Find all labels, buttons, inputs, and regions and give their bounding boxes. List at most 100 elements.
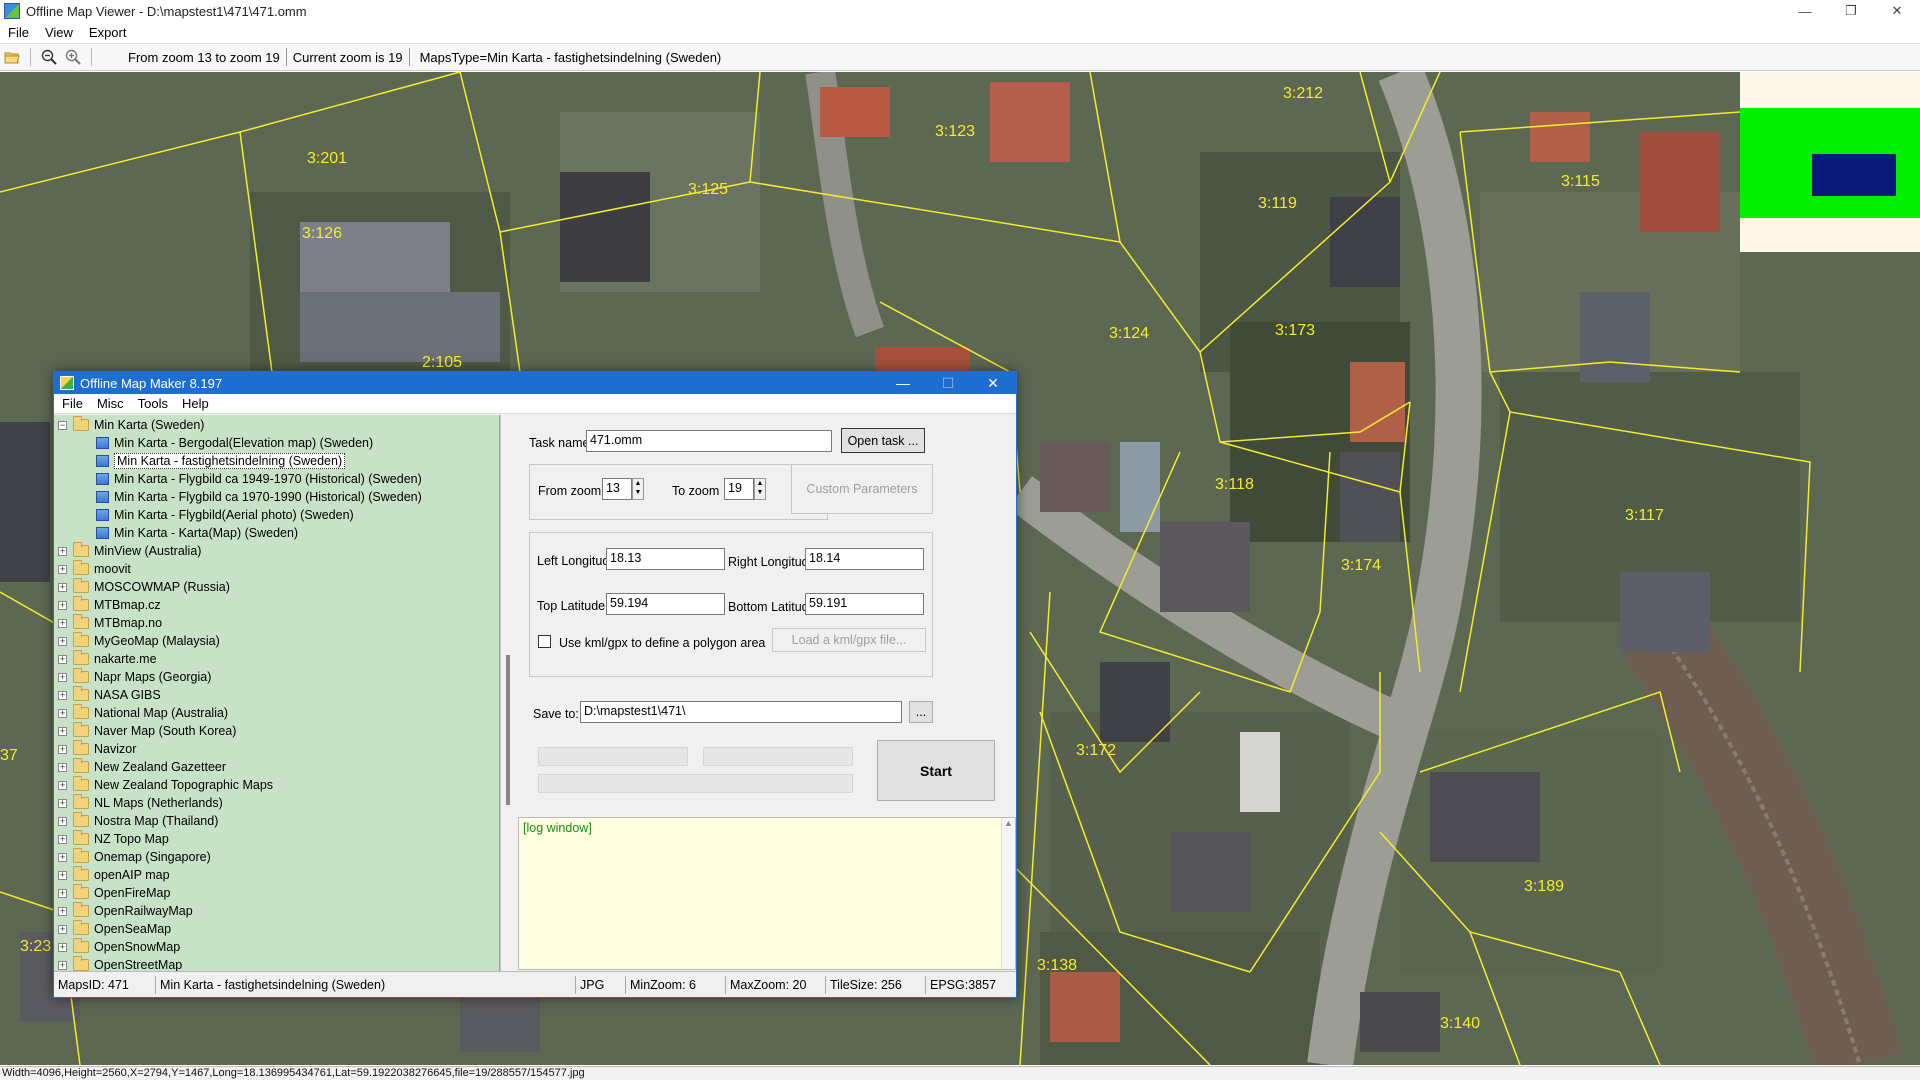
use-kml-checkbox[interactable] bbox=[538, 635, 551, 648]
menu-view[interactable]: View bbox=[45, 25, 73, 40]
expand-icon[interactable]: + bbox=[58, 672, 67, 682]
expand-icon[interactable]: + bbox=[58, 618, 67, 628]
start-button[interactable]: Start bbox=[877, 740, 995, 801]
overview-viewport-marker[interactable] bbox=[1812, 154, 1896, 196]
expand-icon[interactable]: + bbox=[58, 744, 67, 754]
dialog-minimize-button[interactable]: — bbox=[883, 372, 923, 394]
tree-folder[interactable]: + OpenSnowMap bbox=[54, 938, 499, 956]
tree-map-item[interactable]: Min Karta - Flygbild ca 1949-1970 (Histo… bbox=[54, 470, 499, 488]
tree-folder[interactable]: + nakarte.me bbox=[54, 650, 499, 668]
expand-icon[interactable]: + bbox=[58, 654, 67, 664]
tree-label: MTBmap.no bbox=[94, 616, 163, 630]
task-name-input[interactable]: 471.omm bbox=[586, 430, 832, 452]
tree-folder[interactable]: + National Map (Australia) bbox=[54, 704, 499, 722]
top-latitude-input[interactable]: 59.194 bbox=[606, 593, 725, 615]
tree-folder[interactable]: + MTBmap.cz bbox=[54, 596, 499, 614]
tree-folder[interactable]: + Nostra Map (Thailand) bbox=[54, 812, 499, 830]
expand-icon[interactable]: + bbox=[58, 798, 67, 808]
expand-icon[interactable]: + bbox=[58, 906, 67, 916]
open-folder-icon[interactable] bbox=[0, 46, 24, 68]
tree-folder[interactable]: + openAIP map bbox=[54, 866, 499, 884]
tree-map-item-selected[interactable]: Min Karta - fastighetsindelning (Sweden) bbox=[54, 452, 499, 470]
dialog-menu-misc[interactable]: Misc bbox=[97, 396, 124, 411]
tree-folder[interactable]: + moovit bbox=[54, 560, 499, 578]
expand-icon[interactable]: + bbox=[58, 852, 67, 862]
from-zoom-spinner[interactable]: ▲ ▼ bbox=[632, 478, 644, 500]
tree-folder[interactable]: + OpenFireMap bbox=[54, 884, 499, 902]
tree-folder[interactable]: + OpenSeaMap bbox=[54, 920, 499, 938]
right-longitude-input[interactable]: 18.14 bbox=[805, 548, 924, 570]
tree-folder[interactable]: + Naver Map (South Korea) bbox=[54, 722, 499, 740]
expand-icon[interactable]: + bbox=[58, 726, 67, 736]
expand-icon[interactable]: + bbox=[58, 924, 67, 934]
expand-icon[interactable]: + bbox=[58, 582, 67, 592]
save-to-input[interactable]: D:\mapstest1\471\ bbox=[580, 701, 902, 723]
tree-folder[interactable]: + Onemap (Singapore) bbox=[54, 848, 499, 866]
expand-icon[interactable]: + bbox=[58, 708, 67, 718]
expand-icon[interactable]: + bbox=[58, 960, 67, 970]
zoom-in-icon[interactable] bbox=[61, 46, 85, 68]
tree-folder[interactable]: + NASA GIBS bbox=[54, 686, 499, 704]
zoom-out-icon[interactable] bbox=[37, 46, 61, 68]
browse-button[interactable]: ... bbox=[909, 701, 933, 723]
expand-icon[interactable]: + bbox=[58, 546, 67, 556]
tree-folder[interactable]: + New Zealand Topographic Maps bbox=[54, 776, 499, 794]
open-task-button[interactable]: Open task ... bbox=[841, 428, 925, 453]
tree-label: Min Karta - fastighetsindelning (Sweden) bbox=[114, 453, 346, 469]
dialog-menu-help[interactable]: Help bbox=[182, 396, 209, 411]
menu-file[interactable]: File bbox=[8, 25, 29, 40]
tree-folder-min-karta[interactable]: − Min Karta (Sweden) bbox=[54, 416, 499, 434]
log-window[interactable]: [log window] ▲ bbox=[518, 817, 1016, 970]
tree-folder[interactable]: + MTBmap.no bbox=[54, 614, 499, 632]
expand-icon[interactable]: + bbox=[58, 600, 67, 610]
menu-export[interactable]: Export bbox=[89, 25, 127, 40]
tree-folder[interactable]: + NL Maps (Netherlands) bbox=[54, 794, 499, 812]
to-zoom-spinner[interactable]: ▲ ▼ bbox=[754, 478, 766, 500]
log-scrollbar[interactable]: ▲ bbox=[1001, 818, 1015, 969]
tree-scrollbar-thumb[interactable] bbox=[506, 655, 510, 805]
tree-map-item[interactable]: Min Karta - Karta(Map) (Sweden) bbox=[54, 524, 499, 542]
tree-scrollbar[interactable] bbox=[500, 415, 516, 971]
to-zoom-input[interactable]: 19 bbox=[724, 478, 754, 500]
tree-folder[interactable]: + Napr Maps (Georgia) bbox=[54, 668, 499, 686]
expand-icon[interactable]: + bbox=[58, 888, 67, 898]
dialog-close-button[interactable]: ✕ bbox=[973, 372, 1013, 394]
expand-icon[interactable]: + bbox=[58, 834, 67, 844]
dialog-menu-file[interactable]: File bbox=[62, 396, 83, 411]
expand-icon[interactable]: + bbox=[58, 870, 67, 880]
expand-icon[interactable]: + bbox=[58, 816, 67, 826]
collapse-icon[interactable]: − bbox=[58, 420, 67, 430]
tree-map-item[interactable]: Min Karta - Flygbild(Aerial photo) (Swed… bbox=[54, 506, 499, 524]
parcel-label: 3:174 bbox=[1341, 557, 1382, 574]
load-kml-button[interactable]: Load a kml/gpx file... bbox=[772, 628, 926, 652]
minimize-button[interactable]: — bbox=[1782, 0, 1828, 22]
expand-icon[interactable]: + bbox=[58, 762, 67, 772]
tree-folder[interactable]: + MinView (Australia) bbox=[54, 542, 499, 560]
tree-folder[interactable]: + Navizor bbox=[54, 740, 499, 758]
toolbar-separator bbox=[30, 48, 31, 66]
tree-map-item[interactable]: Min Karta - Flygbild ca 1970-1990 (Histo… bbox=[54, 488, 499, 506]
restore-button[interactable]: ❐ bbox=[1828, 0, 1874, 22]
bottom-latitude-input[interactable]: 59.191 bbox=[805, 593, 924, 615]
expand-icon[interactable]: + bbox=[58, 690, 67, 700]
close-button[interactable]: ✕ bbox=[1874, 0, 1920, 22]
overview-minimap[interactable] bbox=[1740, 72, 1920, 252]
map-source-tree[interactable]: − Min Karta (Sweden) Min Karta - Bergoda… bbox=[54, 415, 500, 971]
tree-folder[interactable]: + OpenRailwayMap bbox=[54, 902, 499, 920]
expand-icon[interactable]: + bbox=[58, 942, 67, 952]
left-longitude-input[interactable]: 18.13 bbox=[606, 548, 725, 570]
custom-parameters-button[interactable]: Custom Parameters bbox=[791, 464, 933, 514]
expand-icon[interactable]: + bbox=[58, 564, 67, 574]
dialog-maximize-button[interactable]: ☐ bbox=[928, 372, 968, 394]
from-zoom-input[interactable]: 13 bbox=[602, 478, 632, 500]
tree-map-item[interactable]: Min Karta - Bergodal(Elevation map) (Swe… bbox=[54, 434, 499, 452]
tree-folder[interactable]: + MOSCOWMAP (Russia) bbox=[54, 578, 499, 596]
dialog-menu-tools[interactable]: Tools bbox=[138, 396, 168, 411]
tree-folder[interactable]: + NZ Topo Map bbox=[54, 830, 499, 848]
tree-label: MinView (Australia) bbox=[94, 544, 202, 558]
tree-folder[interactable]: + MyGeoMap (Malaysia) bbox=[54, 632, 499, 650]
expand-icon[interactable]: + bbox=[58, 636, 67, 646]
tree-folder[interactable]: + New Zealand Gazetteer bbox=[54, 758, 499, 776]
expand-icon[interactable]: + bbox=[58, 780, 67, 790]
tree-folder[interactable]: + OpenStreetMap bbox=[54, 956, 499, 971]
